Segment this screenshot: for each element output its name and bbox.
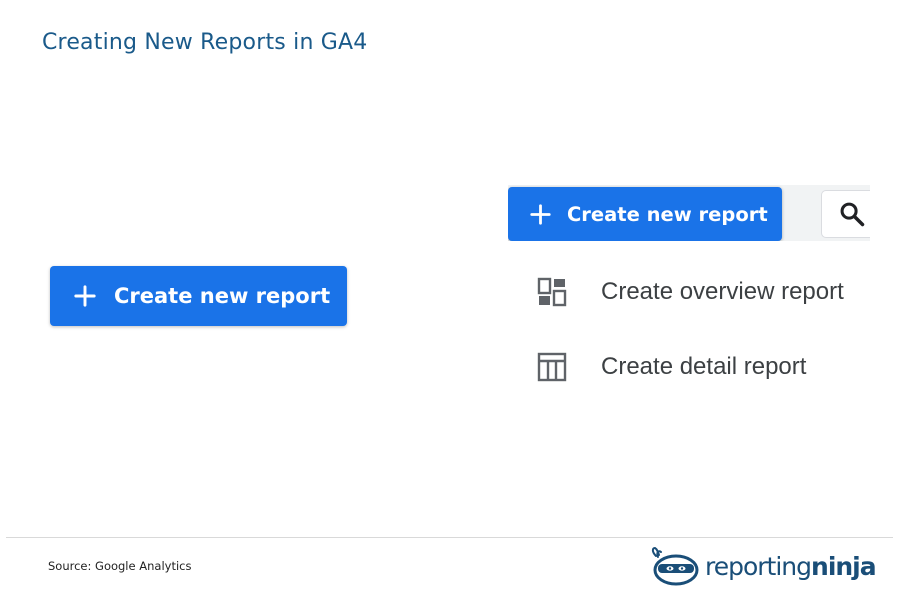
search-button[interactable] xyxy=(821,190,870,238)
create-new-report-button[interactable]: Create new report xyxy=(50,266,347,326)
table-icon xyxy=(537,352,567,382)
source-note: Source: Google Analytics xyxy=(48,559,192,573)
menu-item-create-overview-report[interactable]: Create overview report xyxy=(508,267,870,317)
footer-divider xyxy=(6,537,893,538)
ninja-head-icon xyxy=(651,546,699,586)
menu-item-label: Create detail report xyxy=(601,353,807,380)
create-new-report-menu-label: Create new report xyxy=(567,202,768,226)
menu-item-label: Create overview report xyxy=(601,278,844,305)
logo-wordmark: reportingninja xyxy=(705,551,877,581)
page-title: Creating New Reports in GA4 xyxy=(42,30,368,55)
report-menu-panel: Create new report Create overview report xyxy=(508,185,870,405)
plus-icon xyxy=(530,203,551,225)
create-report-dropdown: Create overview report Create detail rep… xyxy=(508,241,870,405)
logo-word-reporting: reporting xyxy=(705,551,812,581)
reportingninja-logo: reportingninja xyxy=(650,545,877,587)
menu-item-create-detail-report[interactable]: Create detail report xyxy=(508,342,870,392)
dashboard-icon xyxy=(537,277,567,307)
search-icon xyxy=(840,202,865,227)
plus-icon xyxy=(74,285,96,307)
logo-word-ninja: ninja xyxy=(811,551,877,581)
create-new-report-menu-button[interactable]: Create new report xyxy=(508,187,782,241)
create-new-report-label: Create new report xyxy=(114,284,331,308)
